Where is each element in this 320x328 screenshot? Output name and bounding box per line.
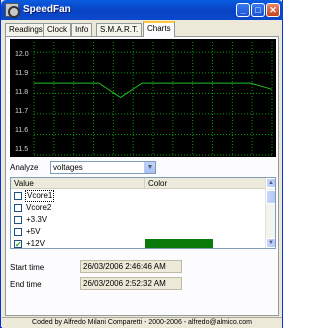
sensor-checkbox[interactable] — [14, 228, 22, 236]
minimize-button[interactable]: _ — [236, 3, 250, 17]
close-button[interactable]: ✕ — [266, 3, 280, 17]
sensor-label: +3.3V — [26, 215, 48, 224]
voltage-chart: 12.0 11.9 11.8 11.7 11.6 11.5 — [10, 39, 276, 157]
list-item[interactable]: ✓ +12V — [11, 238, 267, 248]
sensor-label: Vcore1 — [25, 190, 55, 202]
scroll-up-button[interactable]: ▲ — [266, 178, 275, 188]
y-tick-label: 11.5 — [15, 146, 29, 153]
y-tick-label: 11.9 — [15, 70, 29, 77]
sensor-label: Vcore2 — [26, 203, 52, 212]
tab-clock[interactable]: Clock — [43, 23, 72, 36]
analyze-selected-value: voltages — [53, 163, 83, 172]
list-item[interactable]: Vcore2 — [11, 202, 267, 214]
color-swatch[interactable] — [145, 239, 213, 248]
chart-plot — [33, 42, 273, 156]
charts-panel: 12.0 11.9 11.8 11.7 11.6 11.5 Analyze vo… — [5, 36, 279, 316]
column-header-color[interactable]: Color — [145, 178, 267, 189]
sensor-label: +5V — [26, 227, 41, 236]
tab-charts[interactable]: Charts — [143, 21, 175, 37]
speedfan-app-icon — [5, 3, 20, 18]
list-item[interactable]: +5V — [11, 226, 267, 238]
scroll-thumb[interactable] — [266, 190, 275, 204]
title-bar[interactable]: SpeedFan _ □ ✕ — [1, 0, 283, 20]
window-title: SpeedFan — [23, 4, 71, 15]
sensor-checkbox[interactable] — [14, 204, 22, 212]
scroll-down-button[interactable]: ▼ — [266, 238, 275, 248]
list-item[interactable]: +3.3V — [11, 214, 267, 226]
analyze-label: Analyze — [10, 163, 39, 172]
list-header: Value Color — [11, 178, 267, 189]
y-tick-label: 11.8 — [15, 89, 29, 96]
sensor-label: +12V — [26, 239, 45, 248]
sensor-list[interactable]: Value Color Vcore1Vcore2+3.3V+5V✓+12V-12… — [10, 177, 276, 249]
tab-smart[interactable]: S.M.A.R.T. — [96, 23, 143, 36]
start-time-field: 26/03/2006 2:46:46 AM — [80, 260, 182, 273]
y-tick-label: 12.0 — [15, 51, 29, 58]
speedfan-window: SpeedFan _ □ ✕ Readings Clock Info S.M.A… — [0, 0, 283, 328]
tab-info[interactable]: Info — [71, 23, 93, 36]
sensor-checkbox[interactable] — [14, 192, 22, 200]
end-time-label: End time — [10, 280, 42, 289]
column-header-value[interactable]: Value — [11, 178, 145, 189]
maximize-button[interactable]: □ — [251, 3, 265, 17]
sensor-checkbox[interactable] — [14, 216, 22, 224]
end-time-field: 26/03/2006 2:52:32 AM — [80, 277, 182, 290]
status-bar: Coded by Alfredo Milani Comparetti - 200… — [2, 317, 282, 328]
y-tick-label: 11.6 — [15, 127, 29, 134]
tab-readings[interactable]: Readings — [5, 23, 47, 36]
list-scrollbar[interactable]: ▲ ▼ — [265, 178, 275, 248]
analyze-select[interactable]: voltages ▼ — [50, 161, 156, 174]
start-time-label: Start time — [10, 263, 45, 272]
sensor-checkbox[interactable]: ✓ — [14, 240, 22, 248]
list-item[interactable]: Vcore1 — [11, 190, 267, 202]
chevron-down-icon[interactable]: ▼ — [144, 162, 155, 173]
y-tick-label: 11.7 — [15, 108, 29, 115]
